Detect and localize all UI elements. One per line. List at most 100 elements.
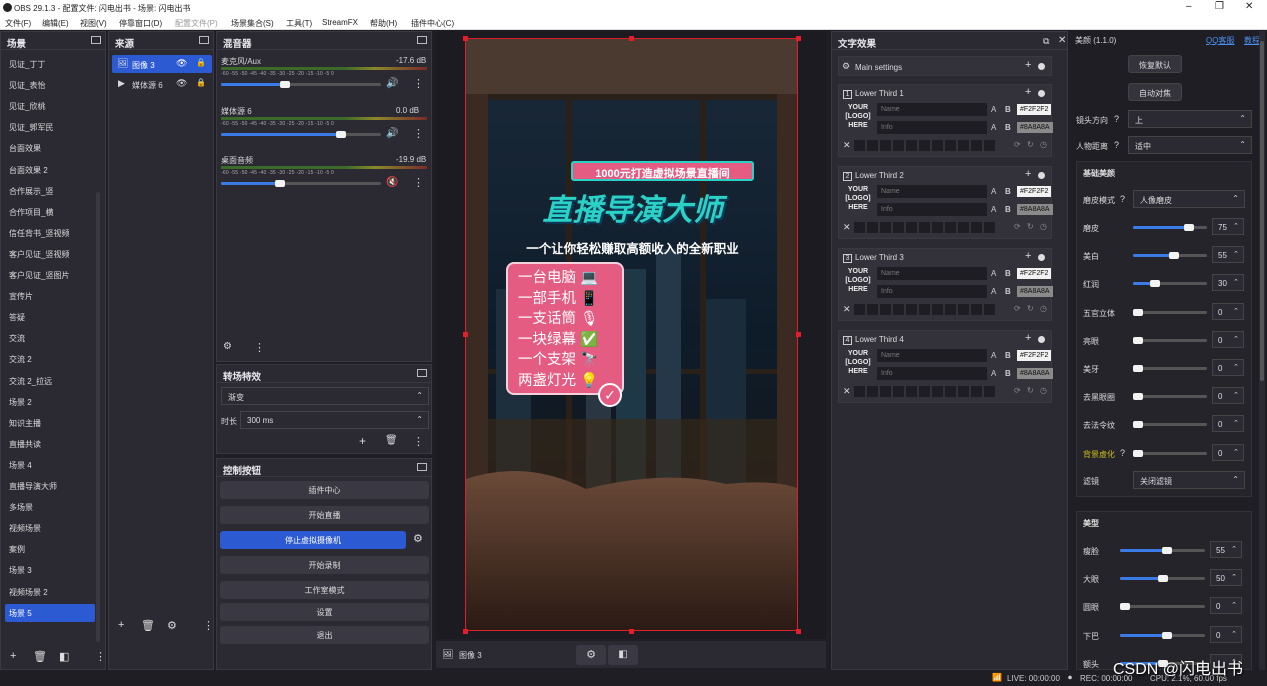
menu-file[interactable]: 文件(F) bbox=[5, 18, 31, 29]
toggle-dot-icon[interactable] bbox=[1038, 63, 1045, 70]
format-option[interactable] bbox=[906, 304, 917, 315]
value-spinbox[interactable]: 75 ⌃ bbox=[1212, 218, 1244, 235]
scene-item[interactable]: 信任背书_竖视频 bbox=[5, 224, 95, 242]
menu-help[interactable]: 帮助(H) bbox=[370, 18, 397, 29]
scene-item[interactable]: 直播共读 bbox=[5, 435, 95, 453]
add-icon[interactable]: + bbox=[1025, 332, 1031, 344]
scene-item[interactable]: 视频场景 bbox=[5, 519, 95, 537]
source-properties-button[interactable]: ⚙ bbox=[576, 645, 606, 665]
filter-select[interactable]: 关闭滤镜 ⌃ bbox=[1133, 471, 1245, 489]
resize-handle[interactable] bbox=[629, 629, 634, 634]
menu-streamfx[interactable]: StreamFX bbox=[322, 18, 358, 27]
reset-default-button[interactable]: 恢复默认 bbox=[1128, 55, 1182, 73]
scene-item[interactable]: 场景 3 bbox=[5, 561, 95, 579]
refresh-icon[interactable]: ↻ bbox=[1027, 140, 1034, 149]
source-menu-icon[interactable]: ⋮ bbox=[203, 619, 214, 632]
transition-select[interactable]: 渐变 ⌃ bbox=[221, 387, 429, 405]
add-scene-icon[interactable]: + bbox=[10, 650, 16, 662]
animation-icon[interactable]: ⟳ bbox=[1014, 386, 1021, 395]
format-option[interactable] bbox=[984, 304, 995, 315]
channel-menu-icon[interactable]: ⋮ bbox=[413, 77, 424, 90]
color-swatch[interactable]: #8A8A8A bbox=[1017, 204, 1053, 215]
volume-slider[interactable] bbox=[221, 81, 381, 88]
remove-scene-icon[interactable]: 🗑 bbox=[33, 650, 47, 663]
resize-handle[interactable] bbox=[463, 629, 468, 634]
format-option[interactable] bbox=[971, 222, 982, 233]
scene-item[interactable]: 合作展示_竖 bbox=[5, 182, 95, 200]
format-option[interactable] bbox=[958, 222, 969, 233]
format-option[interactable] bbox=[906, 386, 917, 397]
format-option[interactable] bbox=[880, 304, 891, 315]
menu-scene-collection[interactable]: 场景集合(S) bbox=[231, 18, 274, 29]
scene-item[interactable]: 交流 2 bbox=[5, 350, 95, 368]
font-icon[interactable]: A bbox=[991, 369, 996, 378]
format-option[interactable] bbox=[971, 140, 982, 151]
color-swatch[interactable]: #F2F2F2 bbox=[1017, 268, 1052, 279]
beauty-slider[interactable] bbox=[1133, 449, 1207, 457]
plugin-center-button[interactable]: 插件中心 bbox=[220, 481, 429, 499]
lock-icon[interactable]: 🔒 bbox=[196, 58, 206, 67]
scene-menu-icon[interactable]: ⋮ bbox=[95, 650, 106, 663]
add-icon[interactable]: + bbox=[1025, 168, 1031, 180]
help-icon[interactable]: ? bbox=[1114, 140, 1119, 150]
format-option[interactable] bbox=[984, 222, 995, 233]
format-option[interactable] bbox=[919, 140, 930, 151]
format-option[interactable] bbox=[867, 140, 878, 151]
remove-icon[interactable]: ✕ bbox=[843, 222, 851, 233]
value-spinbox[interactable]: 0 ⌃ bbox=[1212, 302, 1244, 320]
font-icon[interactable]: A bbox=[991, 205, 996, 214]
font-icon[interactable]: A bbox=[991, 105, 996, 114]
format-option[interactable] bbox=[971, 304, 982, 315]
resize-handle[interactable] bbox=[463, 36, 468, 41]
float-dock-icon[interactable]: ⧉ bbox=[1043, 36, 1049, 47]
volume-slider[interactable] bbox=[221, 180, 381, 187]
font-icon[interactable]: A bbox=[991, 187, 996, 196]
info-input[interactable]: Info bbox=[877, 203, 987, 216]
format-option[interactable] bbox=[854, 304, 865, 315]
start-recording-button[interactable]: 开始录制 bbox=[220, 556, 429, 574]
font-icon[interactable]: A bbox=[991, 123, 996, 132]
resize-handle[interactable] bbox=[796, 629, 801, 634]
source-filters-button[interactable]: ◧ bbox=[608, 645, 638, 665]
timer-icon[interactable]: ◷ bbox=[1040, 140, 1047, 149]
beauty-slider[interactable] bbox=[1120, 575, 1205, 583]
help-icon[interactable]: ? bbox=[1120, 194, 1125, 204]
scene-item[interactable]: 客户见证_竖图片 bbox=[5, 266, 95, 284]
channel-menu-icon[interactable]: ⋮ bbox=[413, 176, 424, 189]
qq-support-link[interactable]: QQ客服 bbox=[1206, 35, 1234, 46]
format-option[interactable] bbox=[958, 304, 969, 315]
transition-menu-icon[interactable]: ⋮ bbox=[413, 435, 424, 448]
help-icon[interactable]: ? bbox=[1114, 114, 1119, 124]
scene-item[interactable]: 宣传片 bbox=[5, 287, 95, 305]
scene-item[interactable]: 台面效果 bbox=[5, 139, 95, 157]
value-spinbox[interactable]: 55 ⌃ bbox=[1212, 246, 1244, 264]
help-icon[interactable]: ? bbox=[1120, 448, 1125, 458]
beauty-slider[interactable] bbox=[1120, 603, 1205, 611]
refresh-icon[interactable]: ↻ bbox=[1027, 304, 1034, 313]
beauty-slider[interactable] bbox=[1133, 224, 1207, 231]
beauty-slider[interactable] bbox=[1133, 393, 1207, 401]
animation-icon[interactable]: ⟳ bbox=[1014, 222, 1021, 231]
scene-item[interactable]: 交流 bbox=[5, 329, 95, 347]
value-spinbox[interactable]: 0 ⌃ bbox=[1212, 359, 1244, 376]
value-spinbox[interactable]: 55 ⌃ bbox=[1210, 541, 1242, 558]
color-swatch[interactable]: #F2F2F2 bbox=[1017, 104, 1052, 115]
format-option[interactable] bbox=[919, 222, 930, 233]
scene-item[interactable]: 视频场景 2 bbox=[5, 583, 95, 601]
add-transition-icon[interactable]: + bbox=[359, 434, 366, 448]
minimize-icon[interactable]: – bbox=[1186, 1, 1192, 12]
animation-icon[interactable]: ⟳ bbox=[1014, 304, 1021, 313]
scene-item[interactable]: 直播导演大师 bbox=[5, 477, 95, 495]
format-option[interactable] bbox=[919, 386, 930, 397]
menu-edit[interactable]: 编辑(E) bbox=[42, 18, 69, 29]
toggle-dot-icon[interactable] bbox=[1038, 336, 1045, 343]
advanced-audio-icon[interactable]: ⚙ bbox=[223, 341, 232, 352]
format-option[interactable] bbox=[971, 386, 982, 397]
format-option[interactable] bbox=[958, 386, 969, 397]
scene-item[interactable]: 场景 4 bbox=[5, 456, 95, 474]
info-input[interactable]: Info bbox=[877, 121, 987, 134]
channel-menu-icon[interactable]: ⋮ bbox=[413, 127, 424, 140]
start-streaming-button[interactable]: 开始直播 bbox=[220, 506, 429, 524]
duration-spinbox[interactable]: 300 ms ⌃ bbox=[240, 411, 429, 429]
studio-mode-button[interactable]: 工作室模式 bbox=[220, 581, 429, 599]
